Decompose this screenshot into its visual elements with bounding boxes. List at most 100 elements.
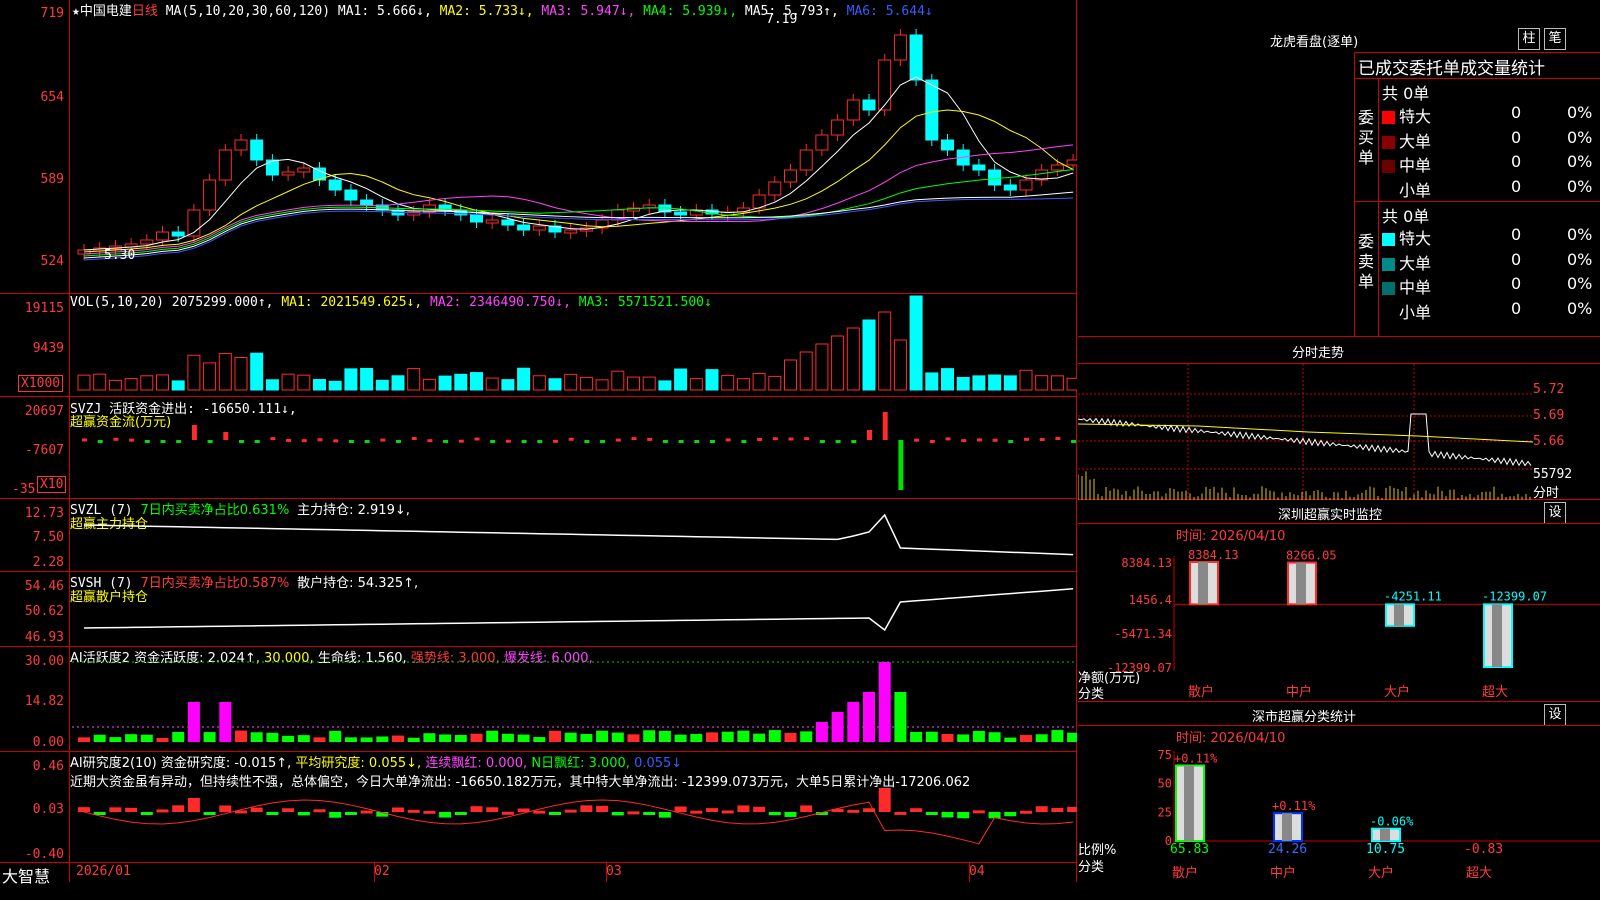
fund-flow-bar bbox=[160, 440, 166, 443]
fund-flow-bar bbox=[600, 440, 606, 443]
activity-bar bbox=[454, 734, 467, 742]
fund-flow-bar bbox=[113, 437, 119, 441]
activity-bar bbox=[266, 732, 279, 742]
activity-bar bbox=[501, 733, 514, 742]
candle bbox=[893, 34, 907, 61]
sell-row-name: 大单 bbox=[1399, 253, 1432, 273]
low-price-mark: 5.30 bbox=[104, 248, 136, 263]
candle bbox=[344, 189, 358, 201]
research-bar bbox=[203, 812, 216, 815]
candle bbox=[925, 79, 939, 141]
sell-row: 特大 bbox=[1382, 225, 1431, 249]
candle bbox=[360, 199, 374, 206]
research-bar bbox=[454, 812, 467, 815]
activity-bar bbox=[784, 732, 797, 742]
research-bar bbox=[313, 809, 326, 813]
volume-bar bbox=[234, 357, 248, 391]
research-line bbox=[83, 799, 1074, 845]
research-bar bbox=[439, 812, 452, 818]
fund-flow-bar bbox=[505, 439, 511, 443]
volume-bar bbox=[831, 335, 845, 391]
volume-bar bbox=[925, 372, 939, 391]
candle bbox=[768, 181, 782, 196]
buy-swatch bbox=[1382, 111, 1395, 124]
main-chart-area[interactable]: ★中国电建日线 MA(5,10,20,30,60,120) MA1: 5.666… bbox=[0, 0, 1077, 886]
activity-bar bbox=[109, 737, 122, 742]
fund-flow-bar bbox=[1055, 437, 1061, 441]
research-bar bbox=[219, 805, 232, 812]
volume-bar bbox=[265, 379, 279, 391]
sell-row: 中单 bbox=[1382, 274, 1431, 298]
tick-mode-button[interactable]: 笔 bbox=[1544, 28, 1566, 50]
volume-bar bbox=[595, 379, 609, 391]
volume-bar bbox=[674, 368, 688, 391]
activity-bar bbox=[863, 692, 875, 742]
kline-chart[interactable] bbox=[0, 0, 1077, 882]
fund-flow-bar bbox=[537, 440, 543, 443]
volume-bar bbox=[972, 375, 986, 391]
fund-flow-bar bbox=[788, 437, 794, 441]
monitor-bar-shade bbox=[1492, 604, 1502, 667]
volume-bar bbox=[658, 380, 672, 391]
fund-flow-bar bbox=[82, 438, 87, 442]
candle bbox=[532, 225, 546, 231]
buy-row-count: 0 bbox=[1511, 176, 1522, 196]
volume-bar bbox=[564, 373, 578, 391]
classify-value: 10.75 bbox=[1366, 842, 1405, 857]
classify-panel: 深市超赢分类统计 设 时间: 2026/04/10 75 50 25 0 +0.11% 6… bbox=[1078, 703, 1600, 882]
volume-bar bbox=[187, 354, 201, 391]
fund-flow-bar bbox=[804, 437, 810, 441]
volume-bar bbox=[297, 374, 311, 391]
volume-bar bbox=[1066, 377, 1077, 391]
volume-bar bbox=[77, 374, 91, 391]
monitor-unit2: 分类 bbox=[1078, 687, 1105, 702]
activity-bar bbox=[549, 730, 561, 742]
research-bar bbox=[1051, 807, 1064, 812]
fund-flow-bar bbox=[427, 439, 433, 443]
volume-bar bbox=[407, 368, 421, 391]
research-bar bbox=[140, 812, 153, 815]
candle bbox=[831, 119, 845, 136]
activity-bar bbox=[1004, 737, 1017, 742]
research-bar bbox=[627, 811, 640, 815]
lhb-title: 龙虎看盘(逐单) bbox=[1270, 35, 1359, 50]
column-mode-button[interactable]: 柱 bbox=[1518, 28, 1540, 50]
fund-flow-bar bbox=[1008, 440, 1014, 443]
research-bar bbox=[768, 812, 781, 816]
fund-flow-bar bbox=[961, 439, 967, 443]
fund-flow-bar bbox=[976, 438, 982, 442]
candle bbox=[799, 149, 813, 171]
activity-bar bbox=[423, 733, 436, 742]
candle bbox=[218, 149, 232, 181]
activity-bar bbox=[360, 737, 373, 742]
candle bbox=[862, 99, 876, 111]
intraday-chart[interactable] bbox=[1078, 364, 1600, 500]
activity-bar bbox=[439, 734, 452, 742]
fund-flow-bar bbox=[1039, 437, 1045, 441]
fund-flow-bar bbox=[757, 438, 763, 442]
candle bbox=[846, 99, 860, 121]
activity-bar bbox=[486, 730, 499, 742]
research-bar bbox=[941, 812, 954, 818]
intraday-panel[interactable]: 分时走势 5.72 5.69 5.66 55792 分时 bbox=[1078, 338, 1600, 501]
fund-flow-bar bbox=[443, 440, 449, 443]
fund-flow-bar bbox=[97, 440, 103, 443]
buy-swatch bbox=[1382, 160, 1395, 173]
volume-bar bbox=[532, 375, 546, 391]
activity-bar bbox=[658, 730, 671, 742]
volume-bar bbox=[1035, 375, 1049, 391]
volume-bar bbox=[752, 373, 766, 391]
activity-bar bbox=[706, 732, 718, 742]
candle bbox=[784, 169, 797, 183]
candle bbox=[485, 219, 499, 224]
volume-bar bbox=[1050, 375, 1064, 391]
monitor-bar-label: -12399.07 bbox=[1482, 589, 1547, 603]
monitor-bar-shade bbox=[1198, 562, 1208, 605]
research-bar bbox=[172, 805, 185, 812]
volume-bar bbox=[328, 380, 342, 391]
activity-bar bbox=[344, 737, 357, 742]
intraday-tick: 5.72 bbox=[1533, 382, 1565, 397]
volume-bar bbox=[579, 376, 593, 391]
buy-row: 特大 bbox=[1382, 103, 1431, 127]
fund-flow-bar bbox=[584, 440, 590, 443]
